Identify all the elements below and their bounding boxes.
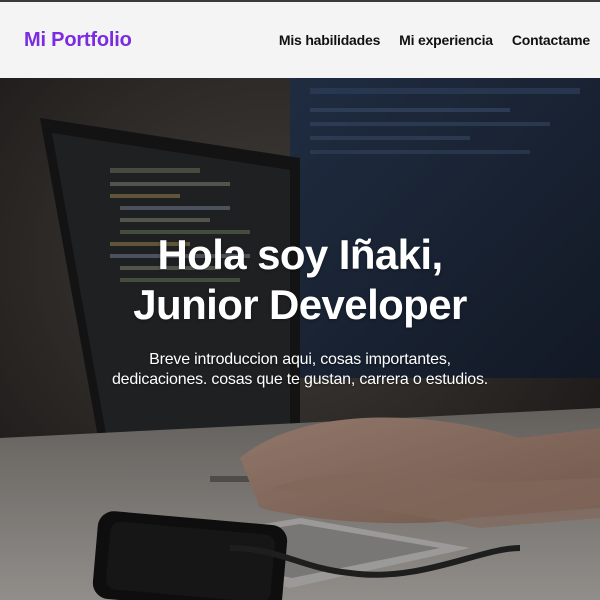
hero-title-line-2: Junior Developer — [133, 281, 467, 328]
hero-title-line-1: Hola soy Iñaki, — [157, 231, 443, 278]
hero-section: Hola soy Iñaki, Junior Developer Breve i… — [0, 78, 600, 600]
nav-link-experience[interactable]: Mi experiencia — [399, 32, 493, 48]
hero-title: Hola soy Iñaki, Junior Developer — [0, 230, 600, 330]
nav-link-contact[interactable]: Contactame — [512, 32, 590, 48]
hero-intro: Breve introduccion aqui, cosas important… — [0, 350, 600, 390]
hero-intro-line-2: dedicaciones. cosas que te gustan, carre… — [111, 371, 489, 388]
nav-menu: Mis habilidades Mi experiencia Contactam… — [260, 32, 590, 48]
nav-link-skills[interactable]: Mis habilidades — [279, 32, 380, 48]
navbar: Mi Portfolio Mis habilidades Mi experien… — [0, 2, 600, 78]
brand-logo[interactable]: Mi Portfolio — [24, 29, 132, 52]
hero-intro-line-1: Breve introduccion aqui, cosas important… — [149, 351, 451, 368]
hero-content: Hola soy Iñaki, Junior Developer Breve i… — [0, 230, 600, 390]
